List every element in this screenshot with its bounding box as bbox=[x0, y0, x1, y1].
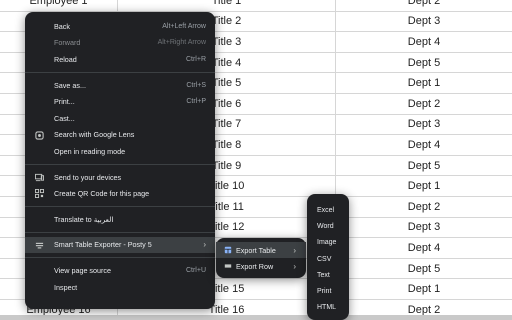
menu-item-print[interactable]: Print... Ctrl+P bbox=[25, 93, 215, 110]
context-menu: Back Alt+Left Arrow Forward Alt+Right Arro… bbox=[25, 12, 215, 309]
menu-item-label: Image bbox=[317, 239, 337, 247]
menu-item-label: Send to your devices bbox=[54, 172, 122, 182]
export-format-submenu: Excel Word Image CSV Text Print HTML bbox=[307, 194, 349, 320]
menu-separator bbox=[25, 163, 215, 165]
menu-item-label: Smart Table Exporter - Posty 5 bbox=[54, 240, 152, 250]
extension-icon bbox=[35, 241, 44, 250]
menu-item-shortcut: Ctrl+R bbox=[185, 55, 206, 63]
table-cell: Dept 5 bbox=[407, 159, 441, 172]
lens-icon bbox=[35, 130, 44, 140]
export-text[interactable]: Text bbox=[307, 267, 349, 283]
table-cell: Dept 2 bbox=[407, 200, 441, 213]
menu-item-save-as[interactable]: Save as... Ctrl+S bbox=[25, 77, 215, 94]
submenu-item-export-table[interactable]: Export Table › bbox=[216, 242, 306, 258]
devices-icon bbox=[35, 173, 44, 182]
table-cell: Dept 1 bbox=[407, 283, 441, 296]
menu-item-label: Search with Google Lens bbox=[54, 130, 135, 140]
chevron-right-icon: › bbox=[203, 240, 206, 250]
menu-item-label: Forward bbox=[54, 38, 81, 48]
menu-item-view-source[interactable]: View page source Ctrl+U bbox=[25, 262, 215, 279]
table-cell: Dept 2 bbox=[407, 97, 441, 110]
menu-item-label: Create QR Code for this page bbox=[54, 189, 150, 199]
menu-item-cast[interactable]: Cast... bbox=[25, 110, 215, 127]
menu-item-shortcut: Alt+Left Arrow bbox=[162, 22, 206, 30]
menu-item-qr-code[interactable]: Create QR Code for this page bbox=[25, 185, 215, 202]
menu-item-label: Inspect bbox=[54, 282, 78, 292]
export-image[interactable]: Image bbox=[307, 235, 349, 251]
menu-item-forward[interactable]: Forward Alt+Right Arrow bbox=[25, 35, 215, 52]
menu-item-label: Reload bbox=[54, 54, 77, 64]
menu-item-label: Open in reading mode bbox=[54, 146, 126, 156]
table-cell: Dept 3 bbox=[407, 221, 441, 234]
chevron-right-icon: › bbox=[293, 245, 296, 255]
menu-item-shortcut: Alt+Right Arrow bbox=[157, 39, 206, 47]
menu-item-shortcut: Ctrl+S bbox=[186, 81, 206, 89]
table-cell: Dept 3 bbox=[407, 15, 441, 28]
menu-item-label: Save as... bbox=[54, 80, 86, 90]
export-html[interactable]: HTML bbox=[307, 300, 349, 316]
table-cell: Dept 1 bbox=[407, 77, 441, 90]
menu-item-google-lens[interactable]: Search with Google Lens bbox=[25, 127, 215, 144]
table-icon bbox=[223, 246, 232, 255]
qr-code-icon bbox=[35, 189, 44, 199]
export-print[interactable]: Print bbox=[307, 283, 349, 299]
table-cell: Dept 4 bbox=[407, 241, 441, 254]
menu-item-label: Word bbox=[317, 222, 334, 230]
export-word[interactable]: Word bbox=[307, 218, 349, 234]
menu-item-label: Export Row bbox=[236, 261, 274, 271]
table-cell: Employee 1 bbox=[0, 0, 118, 11]
menu-item-label: HTML bbox=[317, 304, 337, 312]
table-cell: Dept 1 bbox=[407, 180, 441, 193]
export-csv[interactable]: CSV bbox=[307, 251, 349, 267]
table-cell: Dept 5 bbox=[407, 262, 441, 275]
menu-item-label: Excel bbox=[317, 206, 335, 214]
menu-item-label: Print... bbox=[54, 97, 75, 107]
menu-separator bbox=[25, 231, 215, 233]
table-cell: Dept 2 bbox=[407, 0, 441, 7]
table-cell: Dept 4 bbox=[407, 138, 441, 151]
horizontal-scrollbar[interactable] bbox=[0, 315, 512, 320]
menu-item-label: Back bbox=[54, 21, 70, 31]
menu-item-reload[interactable]: Reload Ctrl+R bbox=[25, 51, 215, 68]
export-excel[interactable]: Excel bbox=[307, 202, 349, 218]
menu-item-shortcut: Ctrl+P bbox=[186, 98, 206, 106]
menu-item-label: CSV bbox=[317, 255, 332, 263]
menu-item-label: Export Table bbox=[236, 245, 276, 255]
menu-separator bbox=[25, 205, 215, 207]
extension-submenu: Export Table › Export Row › bbox=[216, 238, 306, 278]
menu-item-label: Cast... bbox=[54, 113, 75, 123]
menu-item-label: Text bbox=[317, 271, 330, 279]
row-icon bbox=[223, 262, 232, 271]
menu-separator bbox=[25, 257, 215, 259]
menu-item-label: View page source bbox=[54, 265, 112, 275]
menu-separator bbox=[25, 71, 215, 73]
menu-item-back[interactable]: Back Alt+Left Arrow bbox=[25, 18, 215, 35]
table-cell: Dept 5 bbox=[407, 56, 441, 69]
menu-item-inspect[interactable]: Inspect bbox=[25, 279, 215, 296]
table-cell: Dept 3 bbox=[407, 118, 441, 131]
menu-item-translate[interactable]: Translate to العربية bbox=[25, 211, 215, 228]
chevron-right-icon: › bbox=[293, 261, 296, 271]
submenu-item-export-row[interactable]: Export Row › bbox=[216, 258, 306, 274]
menu-item-label: Print bbox=[317, 288, 332, 296]
table-row: Employee 1 Title 1 Dept 2 bbox=[0, 0, 512, 12]
menu-item-label: Translate to العربية bbox=[54, 214, 114, 224]
menu-item-reading-mode[interactable]: Open in reading mode bbox=[25, 143, 215, 160]
table-cell: Title 1 bbox=[118, 0, 336, 11]
table-cell: Dept 4 bbox=[407, 35, 441, 48]
menu-item-shortcut: Ctrl+U bbox=[185, 266, 206, 274]
menu-item-send-to-devices[interactable]: Send to your devices bbox=[25, 169, 215, 186]
menu-item-smart-table-exporter[interactable]: Smart Table Exporter - Posty 5 › bbox=[25, 236, 215, 254]
